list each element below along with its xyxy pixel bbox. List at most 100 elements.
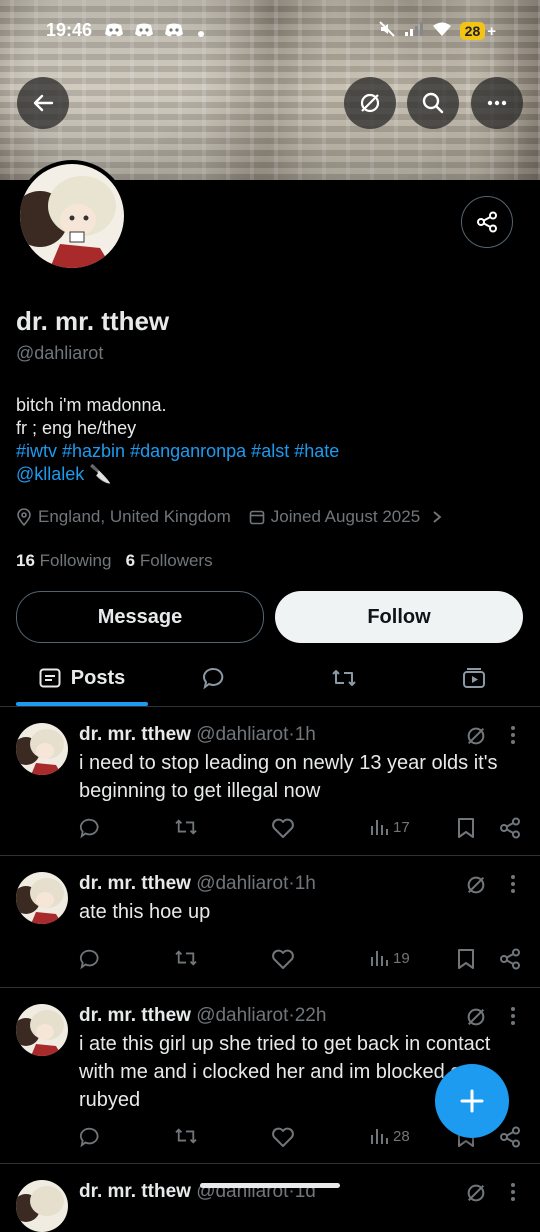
followers-label: Followers bbox=[139, 551, 213, 570]
charging-plus-icon: + bbox=[487, 22, 496, 40]
post-time[interactable]: 22h bbox=[295, 1005, 327, 1026]
views-button[interactable]: 19 bbox=[369, 948, 410, 968]
status-time: 19:46 bbox=[46, 20, 93, 40]
post-avatar[interactable] bbox=[16, 872, 68, 924]
reply-icon bbox=[79, 818, 99, 839]
reply-button[interactable] bbox=[79, 1126, 101, 1148]
post-time[interactable]: 1h bbox=[295, 724, 316, 745]
post-header: dr. mr. tthew @dahliarot·1h bbox=[79, 873, 316, 895]
heart-icon bbox=[272, 818, 294, 838]
repost-icon bbox=[175, 950, 197, 966]
post-text: ate this hoe up bbox=[79, 901, 211, 923]
post-author-handle[interactable]: @dahliarot bbox=[196, 724, 288, 745]
search-button[interactable] bbox=[407, 77, 459, 129]
followers-link[interactable]: 6 Followers bbox=[126, 551, 213, 570]
discord-icon bbox=[104, 22, 124, 41]
search-icon bbox=[422, 92, 444, 114]
like-button[interactable] bbox=[271, 817, 295, 839]
home-indicator[interactable] bbox=[200, 1183, 340, 1188]
like-button[interactable] bbox=[271, 1126, 295, 1148]
follow-counts: 16 Following 6 Followers bbox=[16, 551, 213, 571]
post-more-icon[interactable] bbox=[509, 725, 517, 745]
tab-reposts[interactable] bbox=[320, 650, 368, 706]
post[interactable]: dr. mr. tthew @dahliarot·1d bbox=[0, 1164, 540, 1232]
post[interactable]: dr. mr. tthew @dahliarot·1h ate this hoe… bbox=[0, 856, 540, 988]
repost-button[interactable] bbox=[174, 1126, 198, 1146]
bookmark-button[interactable] bbox=[456, 817, 476, 839]
follow-button[interactable]: Follow bbox=[275, 591, 523, 643]
status-right: 28 + bbox=[378, 20, 496, 42]
reply-button[interactable] bbox=[79, 817, 101, 839]
chevron-right-icon[interactable] bbox=[432, 510, 442, 524]
repost-icon bbox=[175, 1128, 197, 1144]
share-button[interactable] bbox=[499, 817, 521, 839]
grok-icon[interactable] bbox=[465, 874, 487, 896]
active-tab-indicator bbox=[16, 702, 148, 706]
following-count: 16 bbox=[16, 551, 35, 570]
post-author-handle[interactable]: @dahliarot bbox=[196, 873, 288, 894]
repost-icon bbox=[175, 819, 197, 835]
tab-posts[interactable]: Posts bbox=[16, 650, 148, 706]
bookmark-icon bbox=[458, 949, 474, 969]
reply-bubble-icon bbox=[203, 667, 224, 690]
profile-avatar[interactable] bbox=[16, 160, 128, 272]
views-button[interactable]: 28 bbox=[369, 1126, 410, 1146]
status-bar: 19:46 28 + bbox=[0, 0, 540, 60]
repost-button[interactable] bbox=[174, 817, 198, 837]
profile-handle: @dahliarot bbox=[16, 343, 104, 363]
compose-post-button[interactable] bbox=[435, 1064, 509, 1138]
grok-icon[interactable] bbox=[465, 1182, 487, 1204]
bookmark-button[interactable] bbox=[456, 948, 476, 970]
share-profile-button[interactable] bbox=[461, 196, 513, 248]
heart-icon bbox=[272, 1127, 294, 1147]
tab-replies[interactable] bbox=[190, 650, 238, 706]
views-icon bbox=[371, 951, 388, 966]
following-link[interactable]: 16 Following bbox=[16, 551, 111, 570]
grok-icon bbox=[360, 93, 380, 113]
plus-icon bbox=[460, 1089, 484, 1113]
grok-icon[interactable] bbox=[465, 725, 487, 747]
grok-button[interactable] bbox=[344, 77, 396, 129]
post-more-icon[interactable] bbox=[509, 874, 517, 894]
post-text: i need to stop leading on newly 13 year … bbox=[79, 752, 498, 802]
tab-media[interactable] bbox=[450, 650, 498, 706]
post-more-icon[interactable] bbox=[509, 1006, 517, 1026]
like-button[interactable] bbox=[271, 948, 295, 970]
post-time[interactable]: 1h bbox=[295, 873, 316, 894]
post-author-handle[interactable]: @dahliarot bbox=[196, 1005, 288, 1026]
post[interactable]: dr. mr. tthew @dahliarot·1h i need to st… bbox=[0, 707, 540, 856]
share-button[interactable] bbox=[499, 948, 521, 970]
views-count: 28 bbox=[393, 1127, 410, 1145]
bio-hashtags[interactable]: #iwtv #hazbin #danganronpa #alst #hate bbox=[16, 440, 339, 463]
post-more-icon[interactable] bbox=[509, 1182, 517, 1202]
post-author-name[interactable]: dr. mr. tthew bbox=[79, 873, 191, 894]
post-author-name[interactable]: dr. mr. tthew bbox=[79, 1181, 191, 1202]
bookmark-icon bbox=[458, 818, 474, 838]
share-button[interactable] bbox=[499, 1126, 521, 1148]
grok-icon[interactable] bbox=[465, 1006, 487, 1028]
post-avatar[interactable] bbox=[16, 1180, 68, 1232]
bio-line: bitch i'm madonna. bbox=[16, 395, 167, 415]
reply-button[interactable] bbox=[79, 948, 101, 970]
profile-tabs: Posts bbox=[0, 650, 540, 707]
post-author-name[interactable]: dr. mr. tthew bbox=[79, 724, 191, 745]
repost-icon bbox=[332, 670, 356, 686]
bio-mention[interactable]: @kllalek bbox=[16, 464, 84, 484]
knife-emoji: 🔪 bbox=[89, 464, 112, 484]
views-button[interactable]: 17 bbox=[369, 817, 410, 837]
posts-icon bbox=[39, 668, 61, 688]
post-avatar[interactable] bbox=[16, 723, 68, 775]
post-header: dr. mr. tthew @dahliarot·1h bbox=[79, 724, 316, 746]
back-button[interactable] bbox=[17, 77, 69, 129]
following-label: Following bbox=[39, 551, 112, 570]
post-author-name[interactable]: dr. mr. tthew bbox=[79, 1005, 191, 1026]
views-count: 19 bbox=[393, 949, 410, 967]
repost-button[interactable] bbox=[174, 948, 198, 968]
mute-icon bbox=[378, 20, 396, 42]
post-avatar[interactable] bbox=[16, 1004, 68, 1056]
message-button[interactable]: Message bbox=[16, 591, 264, 643]
share-icon bbox=[500, 1126, 520, 1148]
more-button[interactable] bbox=[471, 77, 523, 129]
tab-posts-label: Posts bbox=[70, 666, 126, 689]
signal-icon bbox=[404, 21, 424, 41]
